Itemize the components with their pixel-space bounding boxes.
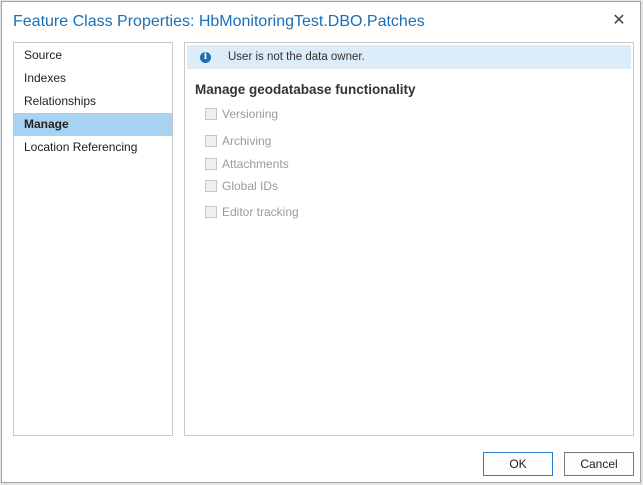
manage-panel: i User is not the data owner. Manage geo… <box>184 42 634 436</box>
attachments-label: Attachments <box>222 157 289 171</box>
versioning-option: Versioning <box>205 107 278 121</box>
info-icon: i <box>200 51 211 63</box>
sidebar-item-source[interactable]: Source <box>14 44 172 67</box>
properties-dialog: Feature Class Properties: HbMonitoringTe… <box>1 1 641 483</box>
cancel-button[interactable]: Cancel <box>564 452 634 476</box>
sidebar-item-indexes[interactable]: Indexes <box>14 67 172 90</box>
archiving-label: Archiving <box>222 134 272 148</box>
ok-button[interactable]: OK <box>483 452 553 476</box>
editor-tracking-option: Editor tracking <box>205 205 299 219</box>
info-message: User is not the data owner. <box>228 51 365 63</box>
sidebar-item-location-referencing[interactable]: Location Referencing <box>14 136 172 159</box>
versioning-checkbox[interactable] <box>205 108 217 120</box>
archiving-option: Archiving <box>205 134 271 148</box>
section-title: Manage geodatabase functionality <box>195 82 416 97</box>
sidebar-item-relationships[interactable]: Relationships <box>14 90 172 113</box>
info-bar: i User is not the data owner. <box>187 45 631 69</box>
global-ids-label: Global IDs <box>222 179 279 193</box>
archiving-checkbox[interactable] <box>205 135 217 147</box>
sidebar-item-manage[interactable]: Manage <box>14 113 172 136</box>
global-ids-option: Global IDs <box>205 179 278 193</box>
editor-tracking-label: Editor tracking <box>222 205 299 219</box>
versioning-label: Versioning <box>222 107 279 121</box>
editor-tracking-checkbox[interactable] <box>205 206 217 218</box>
dialog-title: Feature Class Properties: HbMonitoringTe… <box>13 13 425 30</box>
global-ids-checkbox[interactable] <box>205 180 217 192</box>
close-icon[interactable]: ✕ <box>610 11 628 29</box>
attachments-option: Attachments <box>205 157 289 171</box>
sidebar-nav: Source Indexes Relationships Manage Loca… <box>13 42 173 436</box>
attachments-checkbox[interactable] <box>205 158 217 170</box>
